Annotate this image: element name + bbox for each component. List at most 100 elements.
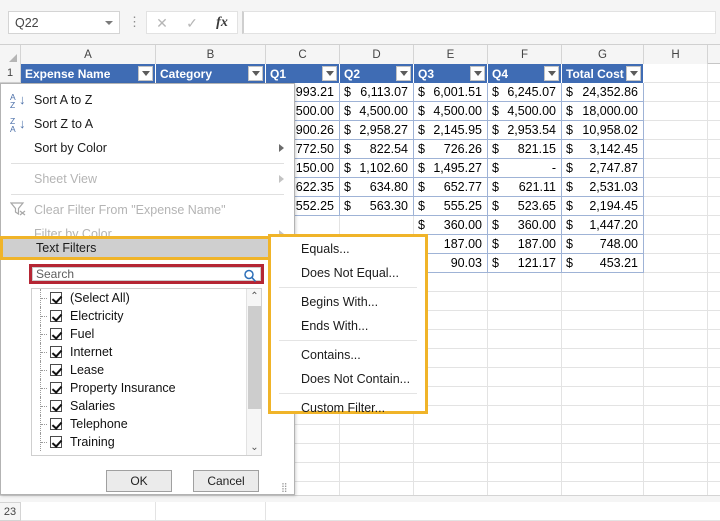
filter-list-item[interactable]: Property Insurance — [32, 379, 261, 397]
table-cell[interactable]: $2,531.03 — [562, 178, 644, 197]
submenu-item[interactable]: Custom Filter... — [271, 396, 425, 420]
filter-value-list[interactable]: (Select All) Electricity Fuel Internet Lease… — [31, 288, 262, 456]
name-box[interactable]: Q22 — [8, 11, 120, 34]
table-cell[interactable]: $748.00 — [562, 235, 644, 254]
column-header-h[interactable]: H — [644, 45, 708, 64]
menu-item-sort-z-to-a[interactable]: Z A ↓ Sort Z to A — [1, 112, 294, 136]
filter-button-q1[interactable] — [322, 66, 337, 81]
table-cell[interactable]: $652.77 — [414, 178, 488, 197]
submenu-item[interactable]: Ends With... — [271, 314, 425, 338]
column-header-d[interactable]: D — [340, 45, 414, 64]
filter-search-input[interactable]: Search — [32, 267, 261, 283]
submenu-item[interactable]: Begins With... — [271, 290, 425, 314]
filter-list-item[interactable]: Training — [32, 433, 261, 451]
table-cell[interactable]: $187.00 — [488, 235, 562, 254]
row-header-1[interactable]: 1 — [0, 64, 21, 83]
checkbox-checked-icon[interactable] — [50, 436, 62, 448]
formula-input[interactable] — [242, 11, 716, 34]
table-cell[interactable]: $6,113.07 — [340, 83, 414, 102]
table-cell[interactable]: $821.15 — [488, 140, 562, 159]
checkbox-checked-icon[interactable] — [50, 310, 62, 322]
column-header-c[interactable]: C — [266, 45, 340, 64]
table-cell[interactable]: $2,953.54 — [488, 121, 562, 140]
filter-button-q3[interactable] — [470, 66, 485, 81]
checkbox-checked-icon[interactable] — [50, 418, 62, 430]
row-header-23[interactable]: 23 — [0, 502, 21, 521]
magnifier-icon[interactable] — [243, 268, 257, 287]
column-header-e[interactable]: E — [414, 45, 488, 64]
filter-list-scrollbar[interactable]: ⌃ ⌄ — [246, 289, 261, 455]
confirm-icon[interactable]: ✓ — [178, 16, 206, 30]
menu-item-text-filters[interactable]: Text Filters — [0, 236, 295, 260]
menu-item-clear-filter[interactable]: Clear Filter From "Expense Name" — [1, 198, 294, 222]
filter-list-item[interactable]: (Select All) — [32, 289, 261, 307]
checkbox-checked-icon[interactable] — [50, 292, 62, 304]
table-cell[interactable]: $726.26 — [414, 140, 488, 159]
column-header-a[interactable]: A — [21, 45, 156, 64]
table-cell[interactable]: $6,245.07 — [488, 83, 562, 102]
table-cell[interactable]: $121.17 — [488, 254, 562, 273]
filter-list-item[interactable]: Internet — [32, 343, 261, 361]
submenu-item[interactable]: Does Not Equal... — [271, 261, 425, 285]
table-cell[interactable]: $523.65 — [488, 197, 562, 216]
cancel-button[interactable]: Cancel — [193, 470, 259, 492]
column-header-b[interactable]: B — [156, 45, 266, 64]
submenu-item[interactable]: Equals... — [271, 237, 425, 261]
table-cell[interactable]: $3,142.45 — [562, 140, 644, 159]
checkbox-checked-icon[interactable] — [50, 382, 62, 394]
filter-button-category[interactable] — [248, 66, 263, 81]
select-all-corner[interactable] — [0, 45, 21, 64]
table-cell[interactable]: $4,500.00 — [414, 102, 488, 121]
table-cell[interactable]: $4,500.00 — [488, 102, 562, 121]
table-cell[interactable]: $1,447.20 — [562, 216, 644, 235]
filter-list-item[interactable]: Salaries — [32, 397, 261, 415]
checkbox-checked-icon[interactable] — [50, 328, 62, 340]
menu-item-sort-by-color[interactable]: Sort by Color — [1, 136, 294, 160]
checkbox-checked-icon[interactable] — [50, 364, 62, 376]
table-cell[interactable]: $2,145.95 — [414, 121, 488, 140]
menu-item-sort-a-to-z[interactable]: A Z ↓ Sort A to Z — [1, 88, 294, 112]
table-cell[interactable]: $24,352.86 — [562, 83, 644, 102]
table-cell[interactable]: $621.11 — [488, 178, 562, 197]
table-cell[interactable]: $1,495.27 — [414, 159, 488, 178]
ok-button[interactable]: OK — [106, 470, 172, 492]
scroll-up-icon[interactable]: ⌃ — [247, 289, 261, 304]
filter-list-item[interactable]: Fuel — [32, 325, 261, 343]
filter-button-expense-name[interactable] — [138, 66, 153, 81]
table-cell[interactable]: $360.00 — [414, 216, 488, 235]
column-header-f[interactable]: F — [488, 45, 562, 64]
filter-button-q2[interactable] — [396, 66, 411, 81]
table-cell[interactable]: $6,001.51 — [414, 83, 488, 102]
submenu-item[interactable]: Contains... — [271, 343, 425, 367]
menu-item-sheet-view[interactable]: Sheet View — [1, 167, 294, 191]
table-cell[interactable]: $4,500.00 — [340, 102, 414, 121]
checkbox-checked-icon[interactable] — [50, 400, 62, 412]
table-cell[interactable]: $18,000.00 — [562, 102, 644, 121]
table-cell[interactable]: $10,958.02 — [562, 121, 644, 140]
insert-function-icon[interactable]: fx — [208, 15, 236, 30]
table-cell[interactable]: $ - — [488, 159, 562, 178]
checkbox-checked-icon[interactable] — [50, 346, 62, 358]
filter-button-total-cost[interactable] — [626, 66, 641, 81]
table-cell[interactable]: $2,747.87 — [562, 159, 644, 178]
table-cell[interactable]: $360.00 — [488, 216, 562, 235]
table-cell[interactable]: $2,958.27 — [340, 121, 414, 140]
filter-list-item[interactable]: Electricity — [32, 307, 261, 325]
filter-list-item[interactable]: Lease — [32, 361, 261, 379]
scrollbar-thumb[interactable] — [248, 306, 261, 409]
submenu-item[interactable]: Does Not Contain... — [271, 367, 425, 391]
scroll-down-icon[interactable]: ⌄ — [247, 440, 261, 455]
chevron-down-icon[interactable] — [105, 20, 113, 25]
cancel-icon[interactable]: ✕ — [148, 16, 176, 30]
table-cell[interactable]: $2,194.45 — [562, 197, 644, 216]
filter-button-q4[interactable] — [544, 66, 559, 81]
table-cell[interactable]: $1,102.60 — [340, 159, 414, 178]
table-cell[interactable]: $453.21 — [562, 254, 644, 273]
resize-grip-icon[interactable]: ⣿ — [281, 483, 290, 493]
table-cell[interactable]: $822.54 — [340, 140, 414, 159]
column-header-g[interactable]: G — [562, 45, 644, 64]
table-cell[interactable]: $634.80 — [340, 178, 414, 197]
table-cell[interactable]: $555.25 — [414, 197, 488, 216]
filter-list-item[interactable]: Telephone — [32, 415, 261, 433]
table-cell[interactable]: $563.30 — [340, 197, 414, 216]
